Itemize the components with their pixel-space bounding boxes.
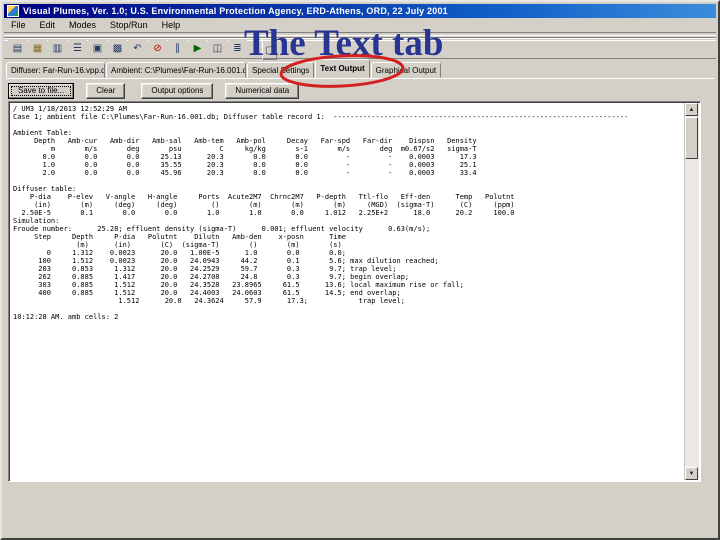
- chart-icon[interactable]: ◫: [208, 39, 227, 58]
- scroll-up-icon[interactable]: ▲: [685, 103, 698, 116]
- text-output-console[interactable]: / UM3 1/18/2013 12:52:29 AM Case 1; ambi…: [8, 101, 701, 482]
- vertical-scrollbar[interactable]: ▲ ▼: [684, 103, 699, 480]
- save-to-file-button[interactable]: Save to file...: [8, 82, 75, 99]
- slide-title: The Text tab: [244, 23, 444, 64]
- scroll-down-icon[interactable]: ▼: [685, 467, 698, 480]
- menu-item-help[interactable]: Help: [155, 19, 188, 31]
- copy-icon[interactable]: ▣: [88, 39, 107, 58]
- app-icon[interactable]: [7, 5, 19, 17]
- paste-icon[interactable]: ▩: [108, 39, 127, 58]
- stop-icon[interactable]: ⊘: [148, 39, 167, 58]
- console-text: / UM3 1/18/2013 12:52:29 AM Case 1; ambi…: [13, 105, 629, 321]
- app-window: Visual Plumes, Ver. 1.0; U.S. Environmen…: [0, 0, 720, 540]
- menu-item-file[interactable]: File: [4, 19, 33, 31]
- numerical-data-button[interactable]: Numerical data: [225, 82, 300, 99]
- menu-item-modes[interactable]: Modes: [62, 19, 103, 31]
- undo-icon[interactable]: ↶: [128, 39, 147, 58]
- window-titlebar: Visual Plumes, Ver. 1.0; U.S. Environmen…: [4, 4, 716, 18]
- tab-ambient[interactable]: Ambient: C:\Plumes\Far-Run-16.001.db: [106, 62, 246, 78]
- menu-item-edit[interactable]: Edit: [33, 19, 63, 31]
- eagle-photo: [648, 0, 720, 58]
- clear-button[interactable]: Clear: [86, 82, 126, 99]
- window-title: Visual Plumes, Ver. 1.0; U.S. Environmen…: [23, 6, 448, 16]
- save-icon[interactable]: ▥: [48, 39, 67, 58]
- slide: Visual Plumes, Ver. 1.0; U.S. Environmen…: [0, 0, 720, 540]
- tab-diffuser[interactable]: Diffuser: Far-Run-16.vpp.db: [6, 62, 105, 78]
- menu-item-stop-run[interactable]: Stop/Run: [103, 19, 155, 31]
- scroll-thumb[interactable]: [685, 117, 698, 159]
- run-icon[interactable]: ▶: [188, 39, 207, 58]
- open-folder-icon[interactable]: ▦: [28, 39, 47, 58]
- new-file-icon[interactable]: ▤: [8, 39, 27, 58]
- print-icon[interactable]: ☰: [68, 39, 87, 58]
- button-row: Save to file... Clear Output options Num…: [8, 82, 698, 99]
- pause-icon[interactable]: ∥: [168, 39, 187, 58]
- output-options-button[interactable]: Output options: [141, 82, 214, 99]
